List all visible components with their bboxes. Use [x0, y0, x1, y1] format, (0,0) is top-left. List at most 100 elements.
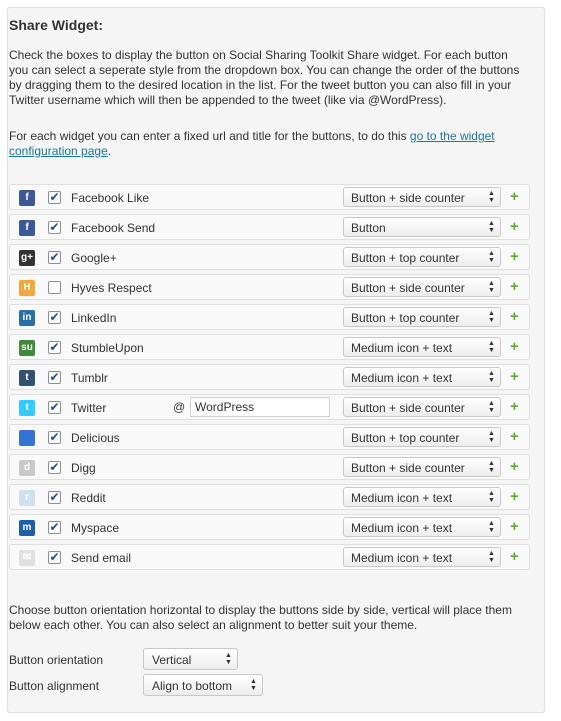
twitter-username-input[interactable] — [190, 397, 330, 417]
style-select-value: Medium icon + text — [351, 341, 453, 355]
service-label: Facebook Send — [71, 221, 156, 235]
select-arrows-icon: ▲ ▼ — [488, 190, 495, 204]
add-button[interactable]: + — [510, 398, 519, 416]
enable-checkbox[interactable]: ✔ — [48, 341, 61, 354]
style-select-value: Medium icon + text — [351, 521, 453, 535]
orientation-value: Vertical — [152, 653, 192, 667]
add-button[interactable]: + — [510, 218, 519, 236]
select-arrows-icon: ▲ ▼ — [488, 400, 495, 414]
add-button[interactable]: + — [510, 308, 519, 326]
style-select[interactable]: Medium icon + text ▲ ▼ — [343, 487, 501, 507]
service-row[interactable]: r ✔ Reddit Medium icon + text ▲ ▼ + — [9, 484, 530, 510]
service-row[interactable]: f ✔ Facebook Like Button + side counter ▲ ▼ + — [9, 184, 530, 210]
select-arrows-icon: ▲ ▼ — [488, 460, 495, 474]
enable-checkbox[interactable]: ✔ — [48, 521, 61, 534]
add-button[interactable]: + — [510, 368, 519, 386]
style-select-value: Button + top counter — [351, 251, 460, 265]
service-row[interactable]: su ✔ StumbleUpon Medium icon + text ▲ ▼ + — [9, 334, 530, 360]
style-select[interactable]: Button + top counter ▲ ▼ — [343, 427, 501, 447]
enable-checkbox[interactable]: ✔ — [48, 281, 61, 294]
service-row[interactable]: ✉ ✔ Send email Medium icon + text ▲ ▼ + — [9, 544, 530, 570]
add-button[interactable]: + — [510, 188, 519, 206]
select-arrows-icon: ▲ ▼ — [488, 340, 495, 354]
service-row[interactable]: in ✔ LinkedIn Button + top counter ▲ ▼ + — [9, 304, 530, 330]
enable-checkbox[interactable]: ✔ — [48, 191, 61, 204]
widget-instructions: Check the boxes to display the button on… — [9, 48, 520, 107]
service-label: Twitter — [71, 401, 107, 415]
service-row[interactable]: g+ ✔ Google+ Button + top counter ▲ ▼ + — [9, 244, 530, 270]
service-row[interactable]: f ✔ Facebook Send Button ▲ ▼ + — [9, 214, 530, 240]
style-select-value: Button + side counter — [351, 401, 465, 415]
style-select[interactable]: Medium icon + text ▲ ▼ — [343, 517, 501, 537]
orientation-select[interactable]: Vertical ▲ ▼ — [143, 648, 238, 670]
service-row[interactable]: H ✔ Hyves Respect Button + side counter ▲▼ + — [9, 274, 530, 300]
style-select[interactable]: Button + side counter ▲ ▼ — [343, 457, 501, 477]
service-label: Facebook Like — [71, 191, 150, 205]
style-select[interactable]: Button + side counter ▲ ▼ — [343, 277, 501, 297]
enable-checkbox[interactable]: ✔ — [48, 431, 61, 444]
twitter-icon: t — [19, 400, 35, 416]
alignment-select[interactable]: Align to bottom ▲ ▼ — [143, 674, 263, 696]
style-select[interactable]: Medium icon + text ▲ ▼ — [343, 367, 501, 387]
add-button[interactable]: + — [510, 458, 519, 476]
select-arrows-icon: ▲ ▼ — [488, 280, 495, 294]
enable-checkbox[interactable]: ✔ — [48, 251, 61, 264]
style-select-value: Button + top counter — [351, 431, 460, 445]
email-icon: ✉ — [19, 550, 35, 566]
add-button[interactable]: + — [510, 548, 519, 566]
service-label: Delicious — [71, 431, 120, 445]
service-label: Reddit — [71, 491, 106, 505]
enable-checkbox[interactable]: ✔ — [48, 551, 61, 564]
select-arrows-icon: ▲ ▼ — [488, 430, 495, 444]
service-label: StumbleUpon — [71, 341, 144, 355]
select-arrows-icon: ▲ ▼ — [250, 678, 257, 692]
select-arrows-icon: ▲ ▼ — [488, 520, 495, 534]
service-label: Tumblr — [71, 371, 108, 385]
add-button[interactable]: + — [510, 518, 519, 536]
config-note: For each widget you can enter a fixed ur… — [9, 129, 529, 159]
select-arrows-icon: ▲ ▼ — [488, 490, 495, 504]
style-select[interactable]: Button + top counter ▲ ▼ — [343, 247, 501, 267]
select-arrows-icon: ▲ ▼ — [225, 652, 232, 666]
style-select[interactable]: Button ▲ ▼ — [343, 217, 501, 237]
service-row[interactable]: t ✔ Tumblr Medium icon + text ▲ ▼ + — [9, 364, 530, 390]
enable-checkbox[interactable]: ✔ — [48, 401, 61, 414]
tumblr-icon: t — [19, 370, 35, 386]
add-button[interactable]: + — [510, 278, 519, 296]
service-row[interactable]: m ✔ Myspace Medium icon + text ▲ ▼ + — [9, 514, 530, 540]
stumbleupon-icon: su — [19, 340, 35, 356]
style-select[interactable]: Button + side counter ▲ ▼ — [343, 187, 501, 207]
style-select-value: Button — [351, 221, 386, 235]
enable-checkbox[interactable]: ✔ — [48, 461, 61, 474]
config-end: . — [107, 144, 112, 158]
style-select[interactable]: Button + top counter ▲ ▼ — [343, 307, 501, 327]
style-select[interactable]: Button + side counter ▲ ▼ — [343, 397, 501, 417]
add-button[interactable]: + — [510, 488, 519, 506]
service-label: Google+ — [71, 251, 117, 265]
facebook-icon: f — [19, 220, 35, 236]
enable-checkbox[interactable]: ✔ — [48, 221, 61, 234]
enable-checkbox[interactable]: ✔ — [48, 491, 61, 504]
add-button[interactable]: + — [510, 338, 519, 356]
at-sign: @ — [173, 400, 186, 414]
select-arrows-icon: ▲ ▼ — [488, 220, 495, 234]
service-row[interactable]: d ✔ Digg Button + side counter ▲ ▼ + — [9, 454, 530, 480]
service-label: Send email — [71, 551, 132, 565]
select-arrows-icon: ▲ ▼ — [488, 550, 495, 564]
google-plus-icon: g+ — [19, 250, 35, 266]
alignment-value: Align to bottom — [152, 679, 233, 693]
alignment-label: Button alignment — [9, 679, 100, 693]
select-arrows-icon: ▲ ▼ — [488, 310, 495, 324]
enable-checkbox[interactable]: ✔ — [48, 371, 61, 384]
myspace-icon: m — [19, 520, 35, 536]
enable-checkbox[interactable]: ✔ — [48, 311, 61, 324]
style-select[interactable]: Medium icon + text ▲ ▼ — [343, 547, 501, 567]
add-button[interactable]: + — [510, 248, 519, 266]
config-text: For each widget you can enter a fixed ur… — [9, 129, 410, 143]
add-button[interactable]: + — [510, 428, 519, 446]
select-arrows-icon: ▲ ▼ — [488, 250, 495, 264]
service-row[interactable]: t ✔ Twitter @ Button + side counter ▲▼ + — [9, 394, 530, 420]
service-list[interactable]: f ✔ Facebook Like Button + side counter ▲ ▼ + f… — [9, 184, 530, 574]
service-row[interactable]: ✔ Delicious Button + top counter ▲ ▼ + — [9, 424, 530, 450]
style-select[interactable]: Medium icon + text ▲ ▼ — [343, 337, 501, 357]
